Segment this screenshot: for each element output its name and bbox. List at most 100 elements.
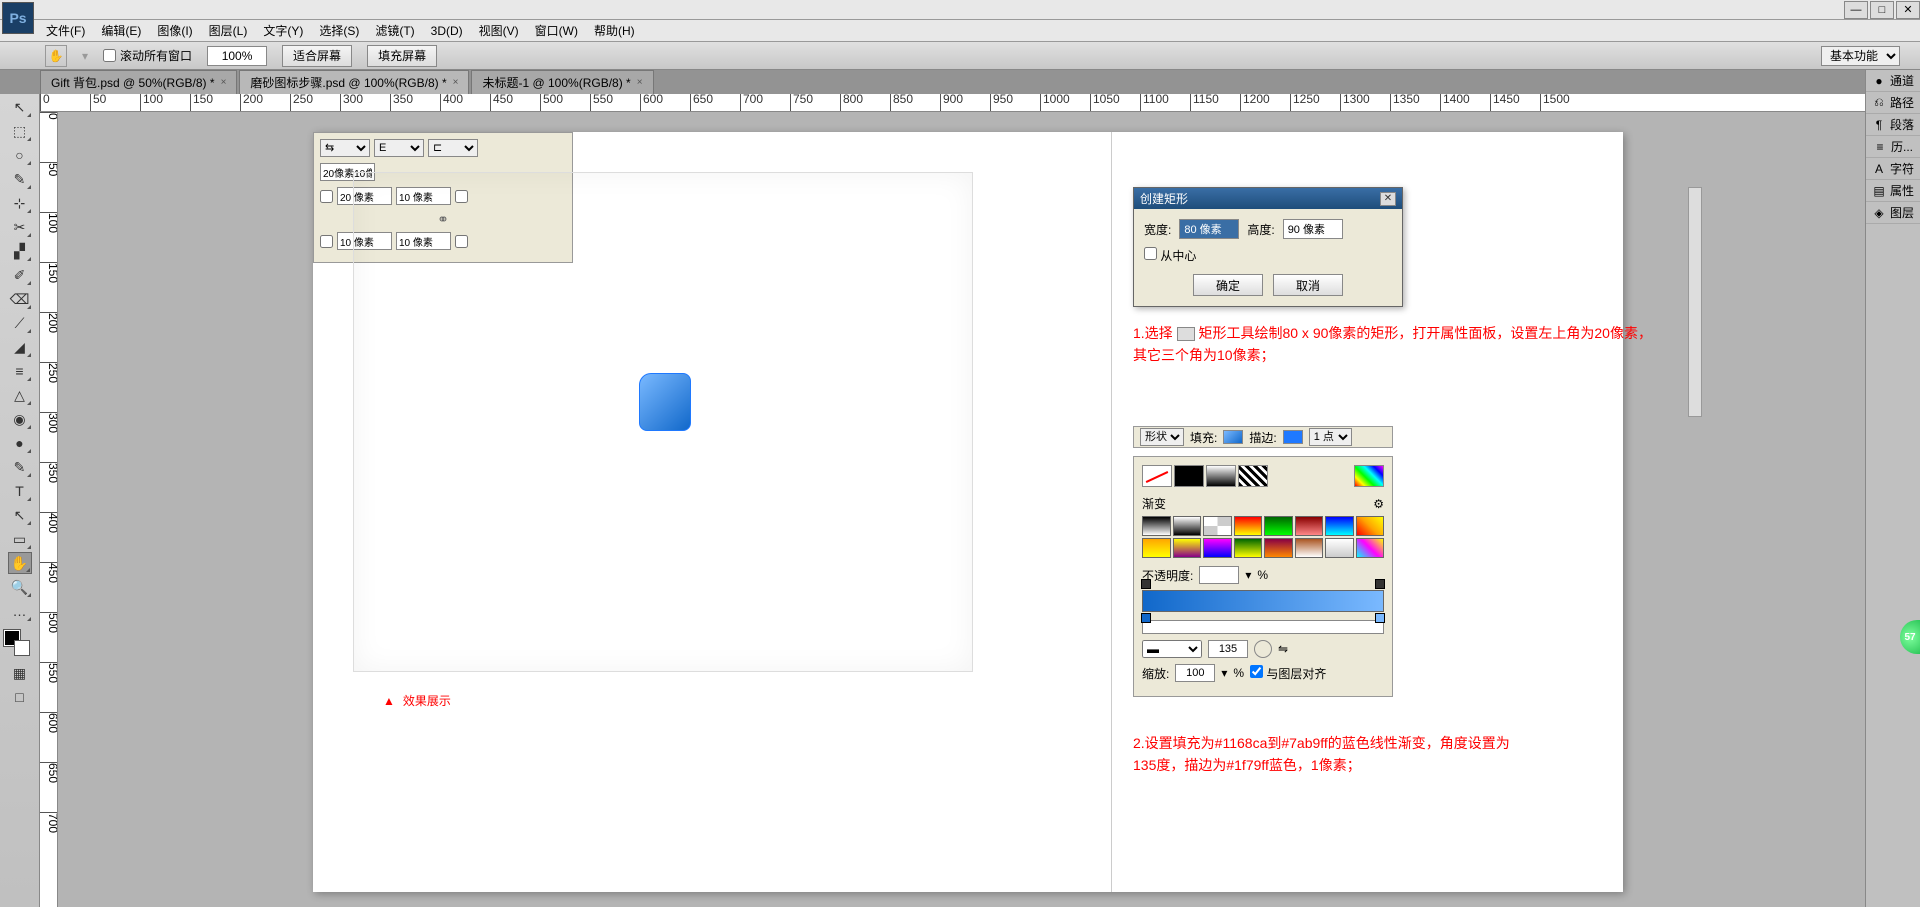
ok-button[interactable]: 确定 — [1193, 274, 1263, 296]
hand-tool-icon[interactable]: ✋ — [45, 45, 67, 67]
angle-input[interactable] — [1208, 640, 1248, 658]
tool-button[interactable]: ⬚ — [8, 120, 32, 142]
fill-screen-button[interactable]: 填充屏幕 — [367, 45, 437, 67]
tool-button[interactable]: ✂ — [8, 216, 32, 238]
opacity-input[interactable] — [1199, 566, 1239, 584]
tab-close-icon[interactable]: × — [453, 77, 459, 88]
tool-button[interactable]: 🔍 — [8, 576, 32, 598]
canvas-area[interactable]: ▲效果展示 创建矩形✕ 宽度: 高度: 从中心 确定 取消 — [58, 112, 1865, 907]
tool-button[interactable]: ● — [8, 432, 32, 454]
scrollbar[interactable] — [1688, 187, 1702, 417]
close-button[interactable]: ✕ — [1896, 1, 1920, 19]
align-select-3[interactable]: ⊏ — [428, 139, 478, 157]
gradient-preset[interactable] — [1325, 538, 1354, 558]
maximize-button[interactable]: □ — [1870, 1, 1894, 19]
gradient-bar[interactable] — [1142, 590, 1384, 612]
tab-close-icon[interactable]: × — [221, 77, 227, 88]
dock-panel-item[interactable]: A字符 — [1866, 158, 1920, 180]
align-select-1[interactable]: ⇆ — [320, 139, 370, 157]
shape-mode-select[interactable]: 形状 — [1140, 428, 1184, 446]
tool-button[interactable]: ↖ — [8, 504, 32, 526]
menu-item[interactable]: 文字(Y) — [255, 22, 311, 39]
tool-button[interactable]: ⟋ — [8, 312, 32, 334]
align-with-layer-checkbox[interactable]: 与图层对齐 — [1250, 665, 1326, 682]
stroke-swatch[interactable] — [1283, 430, 1303, 444]
document-tab[interactable]: Gift 背包.psd @ 50%(RGB/8) *× — [40, 70, 237, 94]
menu-item[interactable]: 视图(V) — [471, 22, 527, 39]
tool-button[interactable]: ≡ — [8, 360, 32, 382]
tool-button[interactable]: △ — [8, 384, 32, 406]
gradient-preset[interactable] — [1203, 516, 1232, 536]
gradient-preset[interactable] — [1356, 516, 1385, 536]
height-input[interactable] — [1283, 219, 1343, 239]
tool-button[interactable]: ✋ — [8, 552, 32, 574]
tool-button[interactable]: … — [8, 600, 32, 622]
fit-screen-button[interactable]: 适合屏幕 — [282, 45, 352, 67]
document-tab[interactable]: 磨砂图标步骤.psd @ 100%(RGB/8) *× — [239, 70, 469, 94]
gradient-preset[interactable] — [1173, 516, 1202, 536]
background-color[interactable] — [14, 640, 30, 656]
fill-none[interactable] — [1142, 465, 1172, 487]
menu-item[interactable]: 帮助(H) — [586, 22, 643, 39]
gradient-preset[interactable] — [1234, 516, 1263, 536]
document-tab[interactable]: 未标题-1 @ 100%(RGB/8) *× — [471, 70, 653, 94]
fill-gradient[interactable] — [1206, 465, 1236, 487]
dock-panel-item[interactable]: ●通道 — [1866, 70, 1920, 92]
menu-item[interactable]: 图层(L) — [201, 22, 256, 39]
workspace-select[interactable]: 基本功能 — [1821, 46, 1900, 66]
gradient-preset[interactable] — [1325, 516, 1354, 536]
menu-item[interactable]: 编辑(E) — [93, 22, 149, 39]
gradient-type-select[interactable]: ▬ — [1142, 640, 1202, 658]
hue-bar[interactable] — [1142, 620, 1384, 634]
dock-panel-item[interactable]: ¶段落 — [1866, 114, 1920, 136]
stroke-width-select[interactable]: 1 点 — [1309, 428, 1352, 446]
gradient-preset[interactable] — [1234, 538, 1263, 558]
fill-swatch[interactable] — [1223, 430, 1243, 444]
gradient-preset[interactable] — [1356, 538, 1385, 558]
fill-pattern[interactable] — [1238, 465, 1268, 487]
gradient-preset[interactable] — [1295, 538, 1324, 558]
tool-button[interactable]: ✐ — [8, 264, 32, 286]
tool-button[interactable]: ⌫ — [8, 288, 32, 310]
dock-panel-item[interactable]: ▤属性 — [1866, 180, 1920, 202]
tool-button[interactable]: ✎ — [8, 456, 32, 478]
tool-button[interactable]: ✎ — [8, 168, 32, 190]
scale-input[interactable] — [1175, 664, 1215, 682]
tool-extra[interactable]: □ — [8, 686, 32, 708]
tool-button[interactable]: ○ — [8, 144, 32, 166]
gradient-preset[interactable] — [1203, 538, 1232, 558]
cancel-button[interactable]: 取消 — [1273, 274, 1343, 296]
gradient-preset[interactable] — [1264, 516, 1293, 536]
gradient-preset[interactable] — [1173, 538, 1202, 558]
gradient-preset[interactable] — [1142, 516, 1171, 536]
dock-panel-item[interactable]: ◈图层 — [1866, 202, 1920, 224]
tab-close-icon[interactable]: × — [637, 77, 643, 88]
from-center-checkbox[interactable]: 从中心 — [1144, 247, 1196, 264]
reverse-icon[interactable]: ⇋ — [1278, 642, 1288, 656]
dialog-close-button[interactable]: ✕ — [1380, 192, 1396, 206]
width-input[interactable] — [1179, 219, 1239, 239]
zoom-input[interactable]: 100% — [207, 46, 267, 66]
tool-button[interactable]: ⊹ — [8, 192, 32, 214]
gradient-preset[interactable] — [1295, 516, 1324, 536]
tool-button[interactable]: ↖ — [8, 96, 32, 118]
menu-item[interactable]: 图像(I) — [149, 22, 200, 39]
menu-item[interactable]: 窗口(W) — [527, 22, 586, 39]
color-picker[interactable] — [1354, 465, 1384, 487]
align-select-2[interactable]: E — [374, 139, 424, 157]
angle-wheel-icon[interactable] — [1254, 640, 1272, 658]
menu-item[interactable]: 滤镜(T) — [367, 22, 422, 39]
menu-item[interactable]: 选择(S) — [311, 22, 367, 39]
dock-panel-item[interactable]: ≡历... — [1866, 136, 1920, 158]
tool-extra[interactable]: ▦ — [8, 662, 32, 684]
gear-icon[interactable]: ⚙ — [1373, 497, 1384, 511]
menu-item[interactable]: 3D(D) — [423, 24, 471, 38]
fill-solid[interactable] — [1174, 465, 1204, 487]
tool-button[interactable]: ▭ — [8, 528, 32, 550]
minimize-button[interactable]: — — [1844, 1, 1868, 19]
tool-button[interactable]: ◉ — [8, 408, 32, 430]
tool-button[interactable]: T — [8, 480, 32, 502]
menu-item[interactable]: 文件(F) — [38, 22, 93, 39]
tool-button[interactable]: ▞ — [8, 240, 32, 262]
scroll-all-windows-checkbox[interactable]: 滚动所有窗口 — [103, 47, 192, 64]
